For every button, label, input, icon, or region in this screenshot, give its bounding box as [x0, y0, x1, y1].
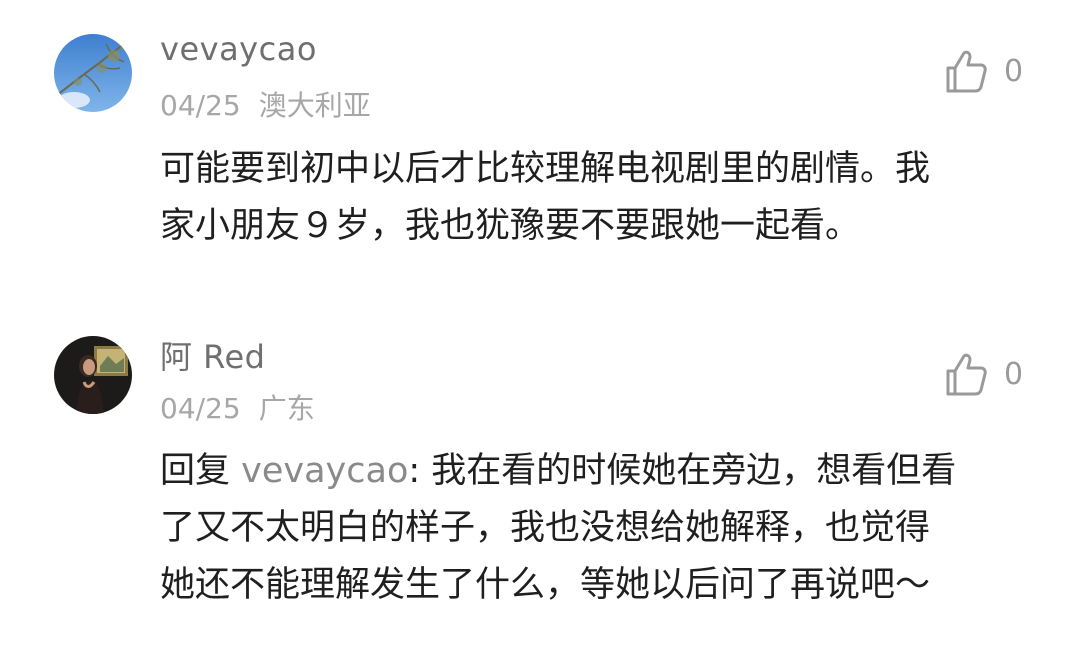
comment-username[interactable]: 阿 Red	[160, 332, 265, 378]
avatar[interactable]	[54, 34, 132, 112]
thumbs-up-icon	[946, 50, 987, 93]
portrait-avatar-image	[54, 336, 132, 414]
comment-username[interactable]: vevaycao	[160, 30, 317, 68]
reply-target-username[interactable]: vevaycao	[241, 451, 408, 491]
comment-date: 04/25	[160, 89, 241, 122]
comment-location: 澳大利亚	[258, 89, 371, 122]
thumbs-up-icon	[946, 353, 987, 396]
like-count: 0	[1004, 53, 1024, 89]
comment-meta: 04/25 广东	[160, 387, 315, 427]
comment-text-line: 可能要到初中以后才比较理解电视剧里的剧情。我	[160, 149, 931, 189]
comment-text-line: 了又不太明白的样子，我也没想给她解释，也觉得	[160, 508, 931, 548]
comment-text-line: 她还不能理解发生了什么，等她以后问了再说吧～	[160, 565, 931, 605]
comment-text: 可能要到初中以后才比较理解电视剧里的剧情。我 家小朋友９岁，我也犹豫要不要跟她一…	[160, 141, 1010, 255]
comment-text-line: 家小朋友９岁，我也犹豫要不要跟她一起看。	[160, 206, 861, 246]
like-button[interactable]: 0	[942, 350, 1023, 398]
comment-text-first-line: 我在看的时候她在旁边，想看但看	[431, 451, 957, 491]
reply-prefix: 回复	[160, 451, 242, 491]
comment-meta: 04/25 澳大利亚	[160, 84, 371, 124]
reply-colon: :	[408, 451, 432, 491]
like-count: 0	[1004, 356, 1024, 392]
like-button[interactable]: 0	[942, 47, 1023, 95]
avatar[interactable]	[54, 336, 132, 414]
comment-date: 04/25	[160, 392, 241, 425]
comment-location: 广东	[258, 392, 315, 425]
comment-text-line: 回复 vevaycao: 我在看的时候她在旁边，想看但看	[160, 443, 1010, 500]
comment-text: 回复 vevaycao: 我在看的时候她在旁边，想看但看 了又不太明白的样子，我…	[160, 443, 1010, 614]
sky-branches-avatar-image	[54, 34, 132, 112]
